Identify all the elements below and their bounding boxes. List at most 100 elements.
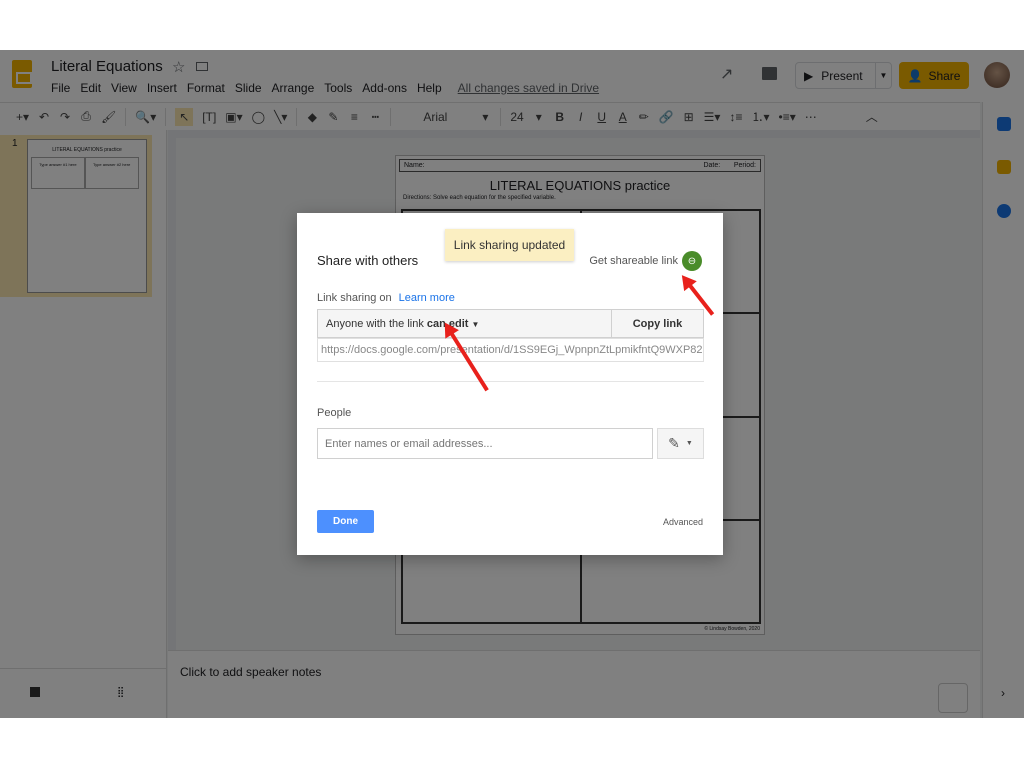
thumb-title: LITERAL EQUATIONS practice (52, 147, 122, 153)
tasks-icon[interactable] (997, 204, 1011, 218)
star-icon[interactable]: ☆ (172, 58, 185, 76)
add-comment-icon[interactable]: ⊞ (683, 110, 695, 124)
bold-icon[interactable]: B (554, 110, 566, 124)
share-button[interactable]: 👤 Share (899, 62, 969, 89)
grid-view-icon[interactable]: ⣿ (117, 687, 124, 698)
thumb-cell: Type answer #1 here (31, 157, 85, 189)
line-icon[interactable]: ╲▾ (274, 110, 287, 124)
document-title[interactable]: Literal Equations (51, 58, 163, 75)
name-label: Name: (404, 162, 425, 169)
undo-icon[interactable]: ↶ (38, 110, 50, 124)
divider (165, 107, 167, 126)
toast-message: Link sharing updated (445, 229, 574, 261)
select-icon[interactable]: ↖ (175, 107, 194, 126)
menu-edit[interactable]: Edit (80, 81, 101, 95)
redo-icon[interactable]: ↷ (59, 110, 71, 124)
shape-icon[interactable]: ◯ (252, 110, 265, 124)
present-dropdown-icon[interactable]: ▼ (875, 63, 891, 88)
activity-dashboard-icon[interactable]: ↗ (720, 64, 733, 84)
link-access-dropdown[interactable]: Anyone with the link can edit ▼ (318, 310, 611, 337)
share-person-icon: 👤 (907, 68, 923, 83)
menu-help[interactable]: Help (417, 81, 442, 95)
present-label: Present (821, 68, 863, 83)
dialog-title: Share with others (317, 253, 419, 268)
copyright: © Lindsay Bowden, 2020 (704, 626, 760, 632)
done-button[interactable]: Done (317, 510, 374, 533)
calendar-icon[interactable] (997, 117, 1011, 131)
slides-logo-icon[interactable] (12, 60, 32, 88)
collapse-toolbar-icon[interactable]: ︿ (866, 108, 878, 125)
highlight-icon[interactable]: ✏ (638, 110, 650, 124)
print-icon[interactable]: ⎙ (80, 109, 92, 124)
move-folder-icon[interactable] (196, 62, 208, 71)
menu-file[interactable]: File (51, 81, 70, 95)
menu-view[interactable]: View (111, 81, 137, 95)
border-color-icon[interactable]: ✎ (327, 110, 339, 124)
present-button[interactable]: ▶ Present ▼ (795, 62, 892, 89)
menu-format[interactable]: Format (187, 81, 225, 95)
date-label: Date: (703, 162, 721, 169)
numbered-list-icon[interactable]: ⒈▾ (751, 108, 769, 125)
zoom-icon[interactable]: 🔍▾ (135, 110, 156, 124)
copy-link-button[interactable]: Copy link (611, 310, 703, 337)
filmstrip: 1 LITERAL EQUATIONS practice Type answer… (0, 130, 167, 718)
learn-more-link[interactable]: Learn more (399, 292, 455, 304)
avatar[interactable] (984, 62, 1010, 88)
get-shareable-link[interactable]: Get shareable link ⊖ (589, 251, 702, 271)
new-slide-icon[interactable]: +▾ (16, 110, 29, 124)
expand-panel-icon[interactable]: › (1001, 686, 1005, 700)
title-bar: Literal Equations ☆ File Edit View Inser… (0, 50, 1024, 102)
pencil-icon: ✎ (668, 435, 680, 451)
divider (125, 107, 127, 126)
align-icon[interactable]: ☰▾ (704, 110, 721, 124)
filmstrip-view-icon[interactable] (30, 687, 40, 697)
font-size-select[interactable]: 24 (510, 110, 523, 124)
link-icon[interactable]: ⊖ (682, 251, 702, 271)
text-color-icon[interactable]: A (617, 110, 629, 124)
slide-directions: Directions: Solve each equation for the … (403, 195, 556, 201)
speaker-notes[interactable]: Click to add speaker notes (168, 650, 980, 718)
menu-bar: File Edit View Insert Format Slide Arran… (51, 81, 599, 95)
divider (500, 107, 502, 126)
advanced-link[interactable]: Advanced (663, 517, 703, 527)
vertical-ruler[interactable] (168, 138, 176, 650)
permission-dropdown[interactable]: ✎ ▼ (657, 428, 704, 459)
share-dialog: Link sharing updated Share with others G… (297, 213, 723, 555)
border-weight-icon[interactable]: ≡ (348, 110, 360, 124)
toolbar: +▾ ↶ ↷ ⎙ 🖌 🔍▾ ↖ [T] ▣▾ ◯ ╲▾ ◆ ✎ ≡ ┅ Aria… (0, 102, 980, 130)
slide-thumbnail[interactable]: LITERAL EQUATIONS practice Type answer #… (27, 139, 147, 293)
slide-header: Name: Date: Period: (399, 159, 761, 172)
font-dropdown-icon[interactable]: ▾ (479, 110, 491, 124)
image-icon[interactable]: ▣▾ (225, 110, 242, 124)
side-panel: › (982, 102, 1024, 718)
line-spacing-icon[interactable]: ↕≡ (729, 110, 742, 124)
paint-format-icon[interactable]: 🖌 (101, 110, 116, 124)
font-size-dropdown-icon[interactable]: ▾ (533, 110, 545, 124)
menu-slide[interactable]: Slide (235, 81, 262, 95)
link-icon[interactable]: 🔗 (659, 110, 674, 124)
keep-icon[interactable] (997, 160, 1011, 174)
divider (390, 107, 392, 126)
text-box-icon[interactable]: [T] (202, 110, 216, 124)
border-dash-icon[interactable]: ┅ (369, 110, 381, 124)
menu-arrange[interactable]: Arrange (272, 81, 315, 95)
underline-icon[interactable]: U (596, 110, 608, 124)
menu-addons[interactable]: Add-ons (362, 81, 407, 95)
fill-color-icon[interactable]: ◆ (306, 110, 318, 124)
view-switcher: ⣿ (0, 668, 167, 718)
italic-icon[interactable]: I (575, 110, 587, 124)
menu-tools[interactable]: Tools (324, 81, 352, 95)
comment-history-icon[interactable] (762, 67, 777, 80)
explore-button[interactable] (938, 683, 968, 713)
horizontal-ruler[interactable] (168, 130, 980, 138)
chevron-down-icon: ▼ (471, 320, 480, 329)
people-label: People (317, 407, 352, 419)
share-url-field[interactable]: https://docs.google.com/presentation/d/1… (317, 338, 704, 362)
save-status-link[interactable]: All changes saved in Drive (458, 81, 599, 95)
menu-insert[interactable]: Insert (147, 81, 177, 95)
more-icon[interactable]: ⋯ (805, 110, 817, 124)
font-select[interactable]: Arial (400, 110, 470, 124)
speaker-notes-placeholder[interactable]: Click to add speaker notes (180, 665, 321, 679)
bulleted-list-icon[interactable]: •≡▾ (779, 110, 796, 124)
people-input[interactable] (317, 428, 653, 459)
